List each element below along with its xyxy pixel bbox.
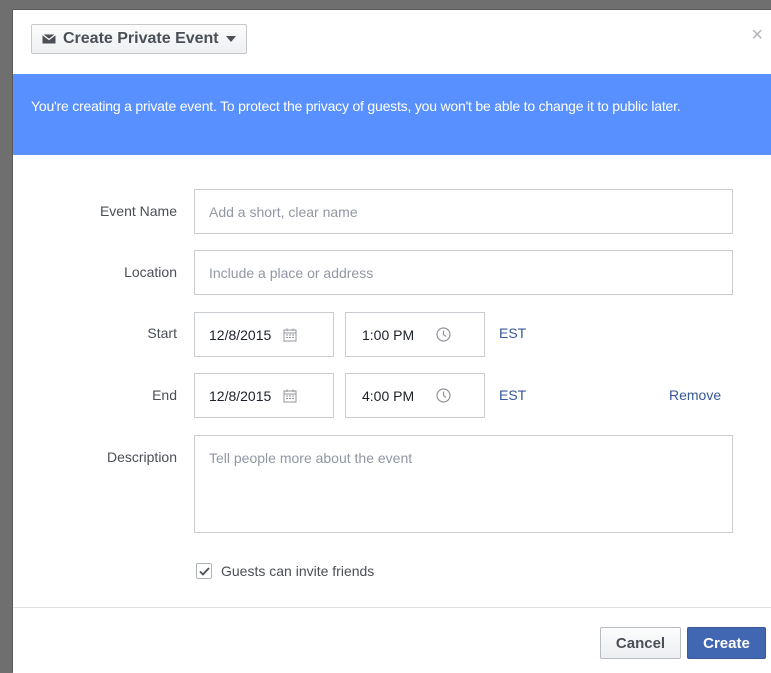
end-timezone[interactable]: EST [499,387,526,403]
privacy-banner: You're creating a private event. To prot… [13,74,771,155]
start-date-input[interactable]: 12/8/2015 [194,312,334,357]
event-type-dropdown[interactable]: Create Private Event [31,24,247,54]
event-name-placeholder: Add a short, clear name [209,203,358,220]
guests-invite-option[interactable]: Guests can invite friends [196,563,374,579]
start-label: Start [147,325,177,341]
end-label: End [152,387,177,403]
event-type-label: Create Private Event [63,30,219,47]
description-textarea[interactable]: Tell people more about the event [194,435,733,533]
clock-icon [436,327,451,342]
start-timezone[interactable]: EST [499,325,526,341]
dialog-footer: Cancel Create [13,607,771,673]
event-name-label: Event Name [99,203,177,219]
start-time-value: 1:00 PM [362,326,415,343]
end-time-value: 4:00 PM [362,387,415,404]
start-time-input[interactable]: 1:00 PM [345,312,485,357]
location-label: Location [124,264,177,280]
caret-down-icon [225,36,236,42]
end-time-input[interactable]: 4:00 PM [345,373,485,418]
create-button[interactable]: Create [687,627,766,659]
description-placeholder: Tell people more about the event [209,450,413,466]
end-date-value: 12/8/2015 [209,387,272,404]
remove-end-time-link[interactable]: Remove [669,387,721,403]
create-event-dialog: Create Private Event × You're creating a… [12,9,771,673]
guests-invite-label: Guests can invite friends [221,563,375,579]
end-date-input[interactable]: 12/8/2015 [194,373,334,418]
close-icon[interactable]: × [751,24,763,47]
location-placeholder: Include a place or address [209,264,374,281]
description-label: Description [106,449,177,465]
envelope-icon [42,34,56,44]
guests-invite-checkbox[interactable] [196,563,212,579]
event-form: Event Name Add a short, clear name Locat… [13,155,771,607]
clock-icon [436,388,451,403]
event-name-input[interactable]: Add a short, clear name [194,189,733,234]
calendar-icon[interactable] [283,389,297,403]
location-input[interactable]: Include a place or address [194,250,733,295]
checkmark-icon [198,566,210,576]
calendar-icon[interactable] [283,328,297,342]
start-date-value: 12/8/2015 [209,326,272,343]
cancel-button[interactable]: Cancel [600,627,681,659]
dialog-header: Create Private Event × [13,10,771,73]
